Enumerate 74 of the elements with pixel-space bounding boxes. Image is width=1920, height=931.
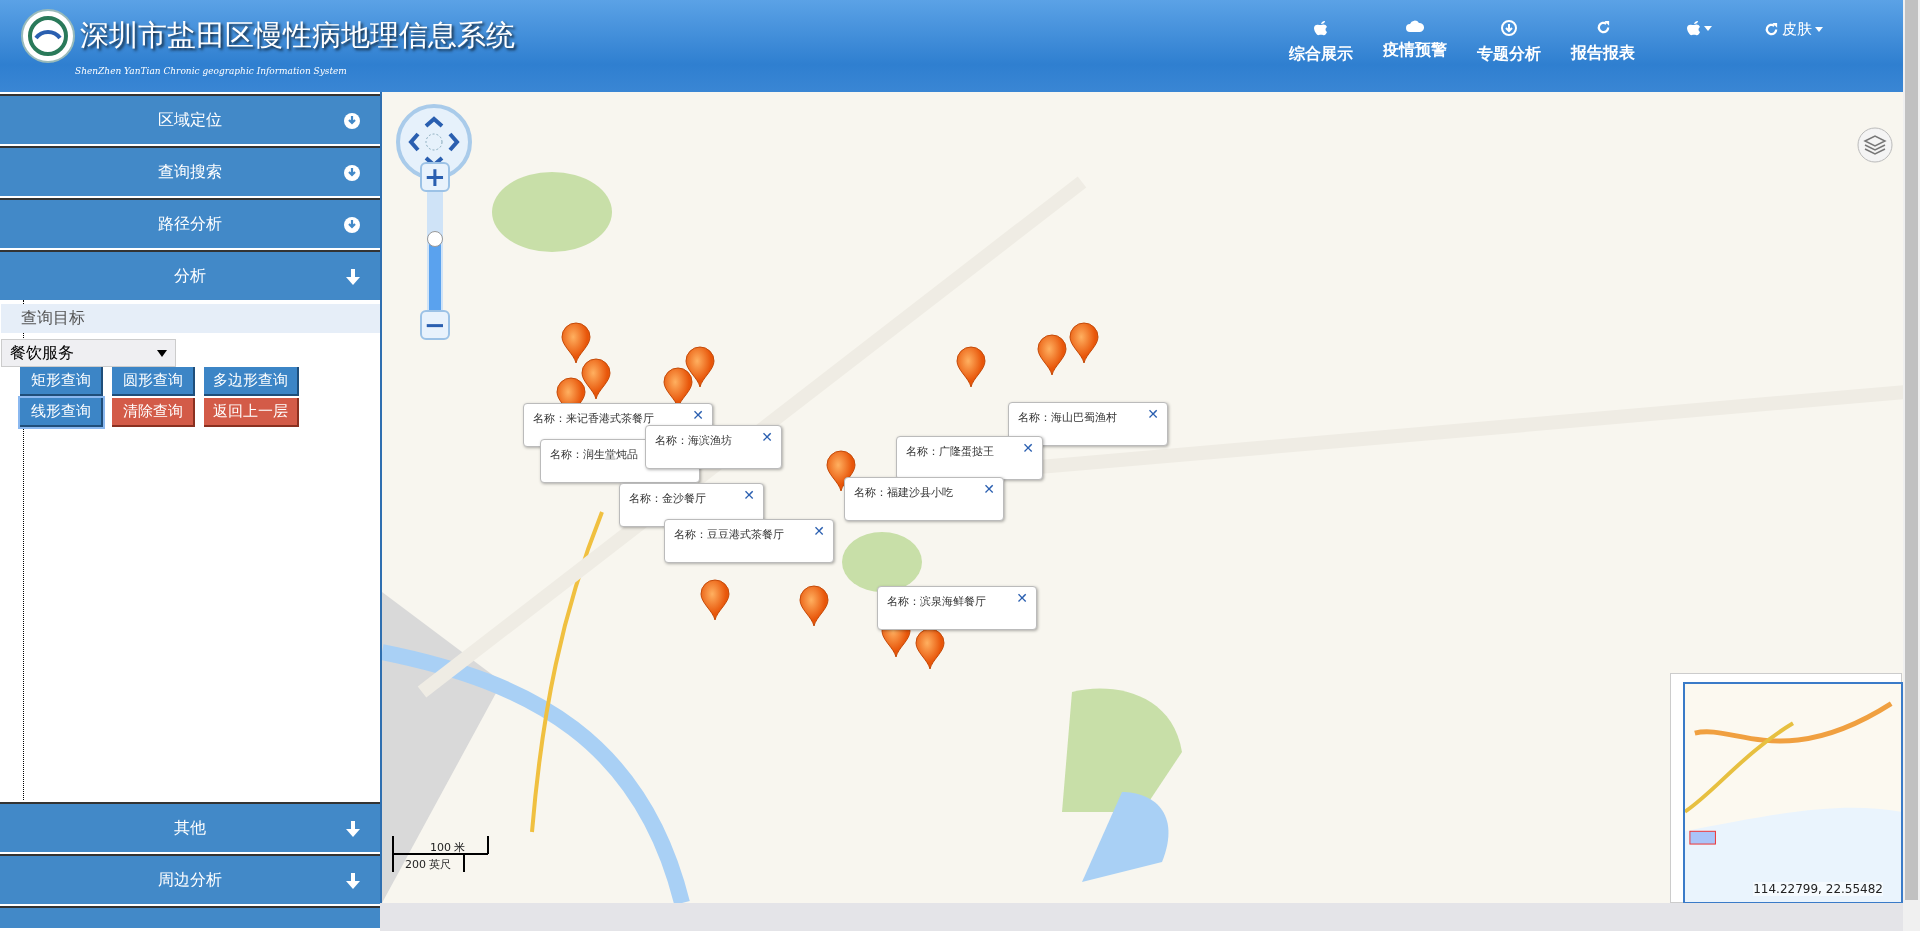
apple-menu[interactable] [1687,20,1712,36]
popup-text: 名称：来记香港式茶餐厅 [533,411,654,426]
arrow-down-icon [346,821,360,837]
close-button[interactable]: ✕ [983,481,995,497]
close-button[interactable]: ✕ [692,407,704,423]
app-title: 深圳市盐田区慢性病地理信息系统 [80,17,515,54]
popup-text: 名称：海滨渔坊 [655,433,732,448]
close-button[interactable]: ✕ [743,487,755,503]
download-icon [344,113,360,129]
map-pin-icon[interactable] [685,346,715,388]
popup-text: 名称：豆豆港式茶餐厅 [674,527,784,542]
scrollbar-thumb[interactable] [1905,0,1918,900]
nav-item[interactable]: 综合展示 [1289,20,1353,65]
map-pin-icon[interactable] [700,579,730,621]
popup-text: 名称：金沙餐厅 [629,491,706,506]
map-pin-icon[interactable] [915,628,945,670]
scale-label: 200 英尺 [405,857,452,872]
close-button[interactable]: ✕ [1016,590,1028,606]
caret-icon [157,349,167,357]
skin-menu[interactable]: 皮肤 [1764,20,1823,39]
map-pin-icon[interactable] [826,450,856,492]
download-icon [1501,20,1517,36]
query-button[interactable]: 矩形查询 [20,367,103,396]
panel-header[interactable]: 周边分析 [0,854,380,904]
panel-header[interactable]: 其他 [0,802,380,852]
nav-item[interactable]: 报告报表 [1571,20,1635,64]
download-icon [344,217,360,233]
map-pin-icon[interactable] [581,358,611,400]
refresh-icon [1595,20,1611,35]
zoom-slider[interactable] [427,192,443,310]
panel-header[interactable] [0,906,380,928]
popup-text: 名称：润生堂炖品 [550,447,638,462]
close-button[interactable]: ✕ [1147,406,1159,422]
map-pin-icon[interactable] [1037,334,1067,376]
download-icon [344,165,360,181]
scale-label: 100 米 [430,840,466,855]
category-select[interactable]: 餐饮服务 [1,339,176,367]
map-pin-icon[interactable] [799,585,829,627]
apple-icon [1687,20,1701,36]
apple-icon [1314,20,1328,36]
caret-icon [1704,25,1712,31]
close-button[interactable]: ✕ [761,429,773,445]
panel-header[interactable]: 查询搜索 [0,146,380,196]
query-button[interactable]: 圆形查询 [112,367,195,396]
popup-text: 名称：广隆蛋挞王 [906,444,994,459]
popup-text: 名称：福建沙县小吃 [854,485,953,500]
panel-header[interactable]: 路径分析 [0,198,380,248]
zoom-out-button[interactable]: − [420,310,450,340]
query-button[interactable]: 返回上一层 [204,398,299,427]
map-pin-icon[interactable] [561,322,591,364]
query-target-label: 查询目标 [1,304,380,333]
close-button[interactable]: ✕ [813,523,825,539]
caret-icon [1815,27,1823,32]
popup-text: 名称：滨泉海鲜餐厅 [887,594,986,609]
popup-text: 名称：海山巴蜀渔村 [1018,410,1117,425]
map-pin-icon[interactable] [956,346,986,388]
layers-icon[interactable] [1857,127,1893,163]
query-button[interactable]: 多边形查询 [204,367,299,396]
query-button[interactable]: 线形查询 [20,398,103,427]
logo-icon [20,8,76,64]
panel-header[interactable]: 区域定位 [0,94,380,144]
arrow-down-icon [346,873,360,889]
coordinates-text: 114.22799, 22.55482 [1753,882,1883,896]
zoom-in-button[interactable]: + [420,162,450,192]
refresh-icon [1764,22,1779,37]
app-subtitle: ShenZhen YanTian Chronic geographic Information System [75,66,348,76]
query-button[interactable]: 清除查询 [112,398,195,427]
cloud-icon [1406,20,1424,32]
arrow-down-icon [346,269,360,285]
map-pin-icon[interactable] [1069,322,1099,364]
panel-header[interactable]: 分析 [0,250,380,300]
close-button[interactable]: ✕ [1022,440,1034,456]
nav-item[interactable]: 疫情预警 [1383,20,1447,61]
nav-item[interactable]: 专题分析 [1477,20,1541,65]
